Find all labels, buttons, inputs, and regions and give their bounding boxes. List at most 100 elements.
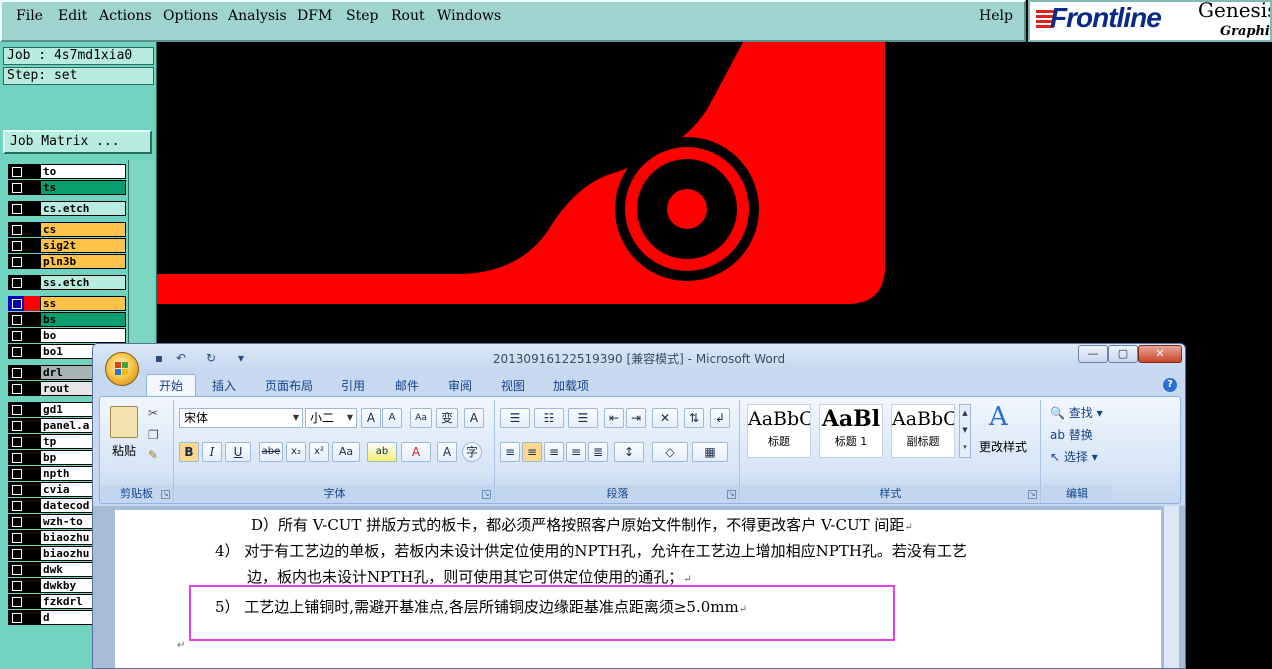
help-icon[interactable]: ? [1163,378,1177,392]
layer-row[interactable]: cs [4,222,128,237]
layer-color-swatch[interactable] [24,514,40,529]
tab-view[interactable]: 视图 [501,377,525,394]
borders-button[interactable]: ▦ [692,442,728,462]
layer-name[interactable]: ss.etch [40,275,126,290]
tab-mailings[interactable]: 邮件 [395,377,419,394]
layer-checkbox[interactable] [8,328,24,343]
layer-color-swatch[interactable] [24,546,40,561]
styles-launcher-icon[interactable]: ↘ [1028,490,1037,499]
layer-color-swatch[interactable] [24,578,40,593]
layer-color-swatch[interactable] [24,328,40,343]
layer-checkbox[interactable] [8,201,24,216]
change-styles-icon[interactable]: A [989,402,1008,432]
layer-name[interactable]: cs.etch [40,201,126,216]
tab-insert[interactable]: 插入 [212,377,236,394]
layer-color-swatch[interactable] [24,450,40,465]
highlight-button[interactable]: ab [367,442,397,462]
replace-button[interactable]: ab 替换 [1050,426,1093,443]
layer-checkbox[interactable] [8,530,24,545]
layer-color-swatch[interactable] [24,238,40,253]
underline-button[interactable]: U [225,442,251,462]
font-color-button[interactable]: A [401,442,431,462]
layer-color-swatch[interactable] [24,164,40,179]
paragraph-launcher-icon[interactable]: ↘ [727,490,736,499]
clipboard-launcher-icon[interactable]: ↘ [161,490,170,499]
layer-checkbox[interactable] [8,482,24,497]
layer-checkbox[interactable] [8,312,24,327]
layer-name[interactable]: sig2t [40,238,126,253]
layer-row[interactable]: to [4,164,128,179]
char-border-button[interactable]: A [464,408,484,428]
menu-actions[interactable]: Actions [99,8,152,24]
layer-row[interactable]: ss [4,296,128,311]
style-title[interactable]: AaBbC 标题 [747,404,811,458]
layer-checkbox[interactable] [8,275,24,290]
word-titlebar[interactable]: ▪ ↶ ↻ ▾ 20130916122519390 [兼容模式] - Micro… [93,344,1185,374]
menu-options[interactable]: Options [163,8,218,24]
layer-color-swatch[interactable] [24,381,40,396]
style-heading1[interactable]: AaBl 标题 1 [819,404,883,458]
format-painter-icon[interactable]: ✎ [148,448,158,462]
layer-row[interactable]: ss.etch [4,275,128,290]
phonetic-button[interactable]: 变 [436,408,458,428]
copy-icon[interactable]: ❐ [148,428,159,442]
layer-color-swatch[interactable] [24,254,40,269]
layer-color-swatch[interactable] [24,418,40,433]
menu-help[interactable]: Help [979,8,1013,24]
maximize-button[interactable]: ▢ [1108,345,1138,363]
layer-checkbox[interactable] [8,402,24,417]
minimize-button[interactable]: — [1078,345,1108,363]
menu-dfm[interactable]: DFM [297,8,332,24]
clear-format-button[interactable]: Aa [410,408,432,428]
layer-checkbox[interactable] [8,222,24,237]
layer-color-swatch[interactable] [24,180,40,195]
tab-addins[interactable]: 加载项 [553,377,589,394]
menu-file[interactable]: File [16,8,43,24]
layer-color-swatch[interactable] [24,365,40,380]
layer-row[interactable]: bs [4,312,128,327]
align-center-button[interactable]: ≡ [522,442,542,462]
change-case-button[interactable]: Aa [332,442,360,462]
layer-checkbox[interactable] [8,296,24,311]
chinese-layout-button[interactable]: ✕ [652,408,678,428]
menu-windows[interactable]: Windows [437,8,501,24]
strikethrough-button[interactable]: abe [259,442,283,462]
distribute-button[interactable]: ≣ [588,442,608,462]
layer-checkbox[interactable] [8,434,24,449]
decrease-indent-button[interactable]: ⇤ [604,408,624,428]
layer-row[interactable]: cs.etch [4,201,128,216]
document-scrollbar[interactable] [1163,506,1179,668]
find-button[interactable]: 🔍 查找 ▾ [1050,404,1103,421]
font-name-combo[interactable]: 宋体 ▼ [179,408,303,428]
paste-icon[interactable] [110,406,138,438]
layer-color-swatch[interactable] [24,530,40,545]
layer-color-swatch[interactable] [24,275,40,290]
style-subtitle[interactable]: AaBbC 副标题 [891,404,955,458]
close-button[interactable]: ✕ [1138,345,1182,363]
bullets-button[interactable]: ☰ [500,408,530,428]
layer-checkbox[interactable] [8,254,24,269]
layer-color-swatch[interactable] [24,482,40,497]
layer-row[interactable]: ts [4,180,128,195]
layer-color-swatch[interactable] [24,466,40,481]
font-size-combo[interactable]: 小二 ▼ [305,408,357,428]
layer-color-swatch[interactable] [24,498,40,513]
layer-color-swatch[interactable] [24,610,40,625]
layer-checkbox[interactable] [8,238,24,253]
grow-font-button[interactable]: A [361,408,381,428]
align-left-button[interactable]: ≡ [500,442,520,462]
tab-references[interactable]: 引用 [341,377,365,394]
sort-button[interactable]: ⇅ [684,408,704,428]
layer-color-swatch[interactable] [24,402,40,417]
layer-name[interactable]: bo [40,328,126,343]
layer-color-swatch[interactable] [24,296,40,311]
show-marks-button[interactable]: ↲ [710,408,730,428]
layer-row[interactable]: bo [4,328,128,343]
shading-button[interactable]: ◇ [652,442,688,462]
paste-label[interactable]: 粘贴 [112,442,136,459]
layer-checkbox[interactable] [8,498,24,513]
layer-color-swatch[interactable] [24,434,40,449]
tab-home[interactable]: 开始 [146,374,196,397]
cut-icon[interactable]: ✂ [148,406,158,420]
layer-checkbox[interactable] [8,365,24,380]
